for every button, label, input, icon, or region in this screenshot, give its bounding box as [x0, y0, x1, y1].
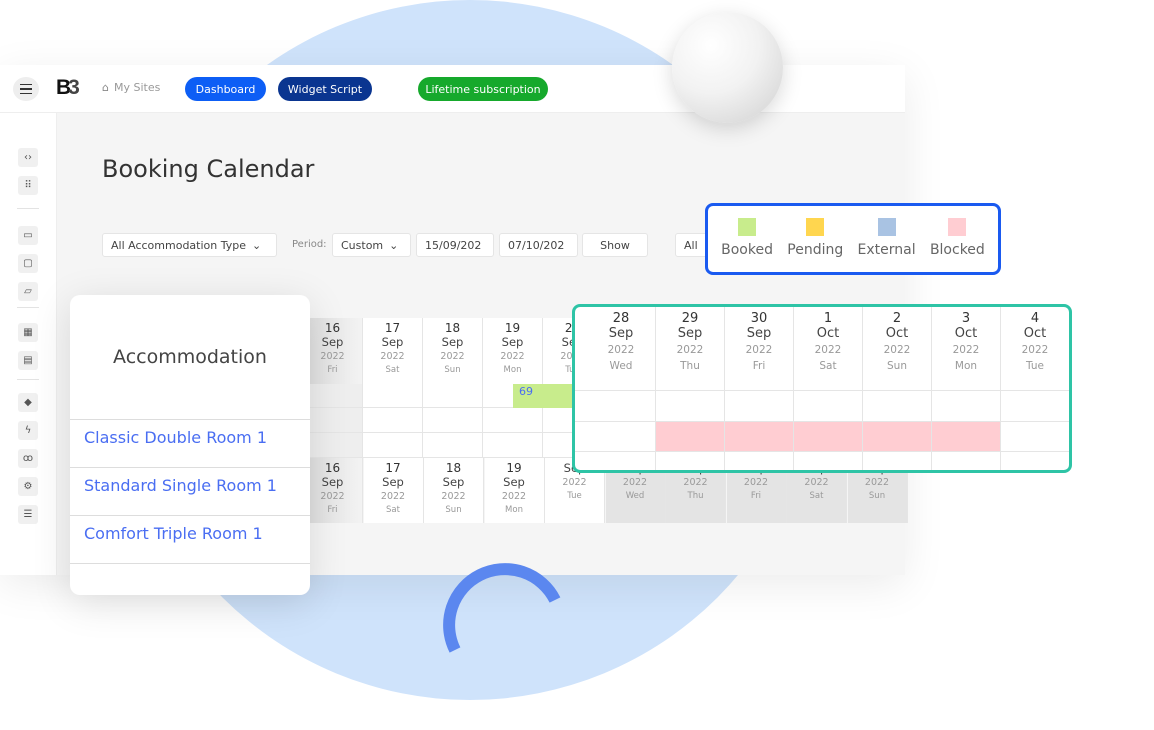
decorative-arc [443, 563, 561, 653]
sidebar: ‹› ⠿ ▭ ▢ ▱ ▦ ▤ ◆ ϟ ꝏ ⚙ ☰ [0, 113, 57, 575]
date-header: 18 Sep 2022 Sun [424, 458, 484, 523]
lifetime-subscription-button[interactable]: Lifetime subscription [418, 77, 548, 101]
date-header: 3 Oct 2022 Mon [932, 307, 1001, 470]
period-label: Period: [292, 239, 327, 250]
date-to-input[interactable]: 07/10/202 [499, 233, 578, 257]
calendar-cell[interactable] [303, 408, 363, 433]
menu-icon[interactable] [13, 77, 39, 101]
divider [17, 208, 39, 209]
users-icon[interactable]: ꝏ [18, 449, 38, 468]
divider [17, 307, 39, 308]
date-header: 1 Oct 2022 Sat [794, 307, 863, 470]
calendar-cell[interactable] [423, 433, 483, 458]
calendar-cell[interactable] [363, 408, 423, 433]
legend-booked: Booked [721, 218, 773, 272]
room-link[interactable]: Classic Double Room 1 [70, 420, 310, 468]
calendar-icon[interactable]: ▤ [18, 351, 38, 370]
accommodation-card: Accommodation Classic Double Room 1 Stan… [70, 295, 310, 595]
page-title: Booking Calendar [102, 155, 315, 183]
logo[interactable]: B3 [56, 76, 80, 100]
paint-bucket-icon[interactable]: ◆ [18, 393, 38, 412]
date-header: 16 Sep 2022 Fri [303, 458, 363, 523]
legend-blocked: Blocked [930, 218, 985, 272]
date-header: 2 Oct 2022 Sun [863, 307, 932, 470]
period-select[interactable]: Custom ⌄ [332, 233, 411, 257]
houses-icon: ⌂ [102, 81, 109, 94]
chevron-down-icon: ⌄ [389, 238, 399, 252]
lightning-icon[interactable]: ϟ [18, 421, 38, 440]
date-header: 30 Sep 2022 Fri [725, 307, 794, 470]
date-header: 19 Sep 2022 Mon [484, 458, 545, 523]
dashboard-button[interactable]: Dashboard [185, 77, 266, 101]
date-header: 28 Sep 2022 Wed [587, 307, 656, 470]
image-icon[interactable]: ▭ [18, 226, 38, 245]
legend-pending: Pending [787, 218, 843, 272]
code-icon[interactable]: ‹› [18, 148, 38, 167]
date-header: 17 Sep 2022 Sat [363, 458, 424, 523]
accommodation-header: Accommodation [70, 295, 310, 420]
zoomed-calendar: 28 Sep 2022 Wed 29 Sep 2022 Thu 30 Sep 2022 Fri 1 Oct… [572, 304, 1072, 473]
chevron-down-icon: ⌄ [252, 238, 262, 252]
grid-icon[interactable]: ⠿ [18, 176, 38, 195]
widget-script-button[interactable]: Widget Script [278, 77, 372, 101]
date-header: 16 Sep 2022 Fri [303, 318, 363, 384]
divider [17, 379, 39, 380]
calendar-cell[interactable] [363, 384, 423, 408]
calendar-cell[interactable] [423, 408, 483, 433]
room-link[interactable]: Standard Single Room 1 [70, 468, 310, 516]
building-icon[interactable]: ▦ [18, 323, 38, 342]
booking-bar[interactable]: 69 [513, 384, 573, 408]
decorative-sphere [672, 12, 783, 123]
date-from-input[interactable]: 15/09/202 [416, 233, 494, 257]
status-legend: Booked Pending External Blocked [705, 203, 1001, 275]
layers-icon[interactable]: ▢ [18, 254, 38, 273]
calendar-cell[interactable] [303, 384, 363, 408]
date-header: 19 Sep 2022 Mon [483, 318, 543, 384]
gear-icon[interactable]: ⚙ [18, 477, 38, 496]
calendar-cell[interactable] [363, 433, 423, 458]
calendar-cell[interactable] [423, 384, 483, 408]
date-header: 17 Sep 2022 Sat [363, 318, 423, 384]
date-header: 29 Sep 2022 Thu [656, 307, 725, 470]
accommodation-type-select[interactable]: All Accommodation Type ⌄ [102, 233, 277, 257]
date-header: 4 Oct 2022 Tue [1001, 307, 1069, 470]
my-sites-link[interactable]: ⌂ My Sites [102, 81, 160, 94]
calendar-cell[interactable] [483, 433, 543, 458]
sliders-icon[interactable]: ☰ [18, 505, 38, 524]
calendar-cell[interactable] [483, 408, 543, 433]
date-header: 18 Sep 2022 Sun [423, 318, 483, 384]
room-link[interactable]: Comfort Triple Room 1 [70, 516, 310, 564]
calendar-cell[interactable] [303, 433, 363, 458]
legend-external: External [858, 218, 916, 272]
comment-icon[interactable]: ▱ [18, 282, 38, 301]
show-button[interactable]: Show [582, 233, 648, 257]
